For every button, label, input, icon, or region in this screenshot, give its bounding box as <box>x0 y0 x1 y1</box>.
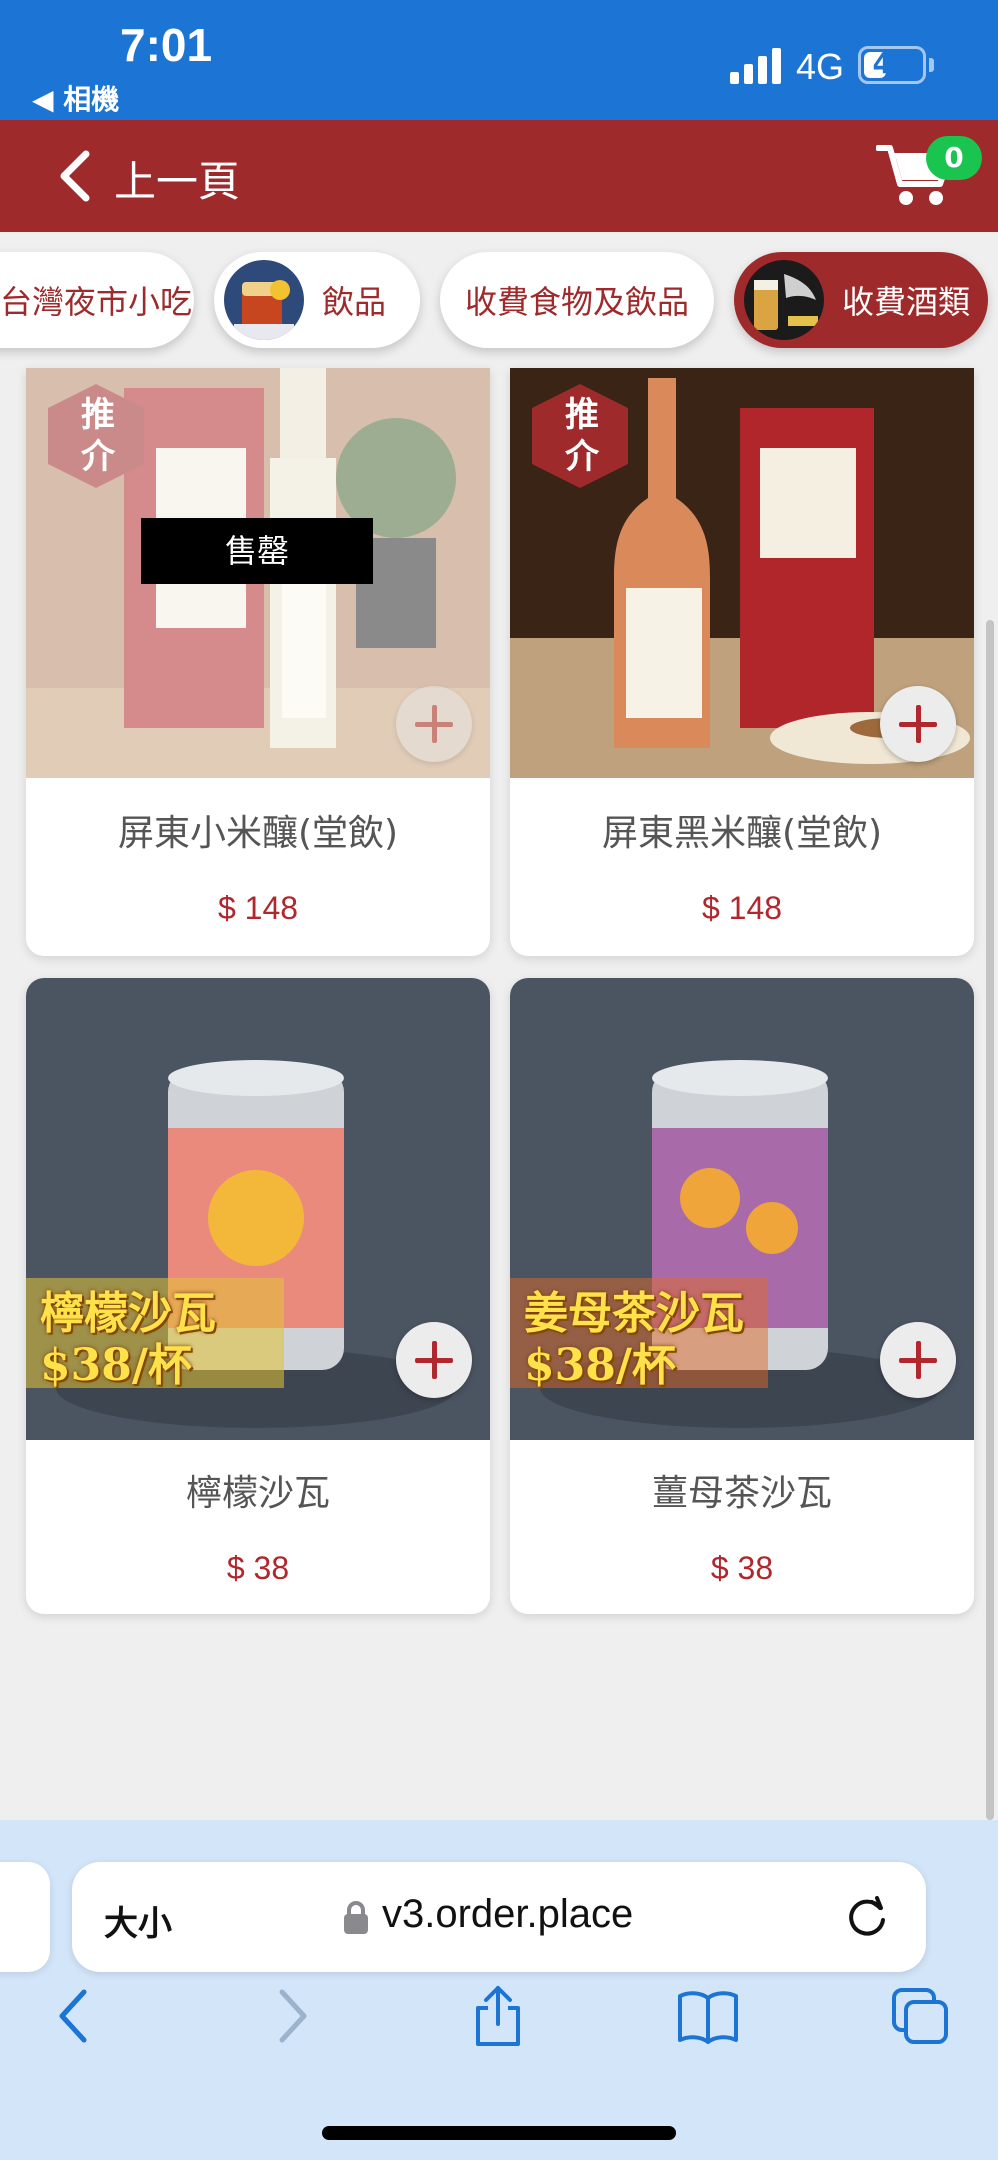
category-paid-food-drinks[interactable]: 收費食物及飲品 <box>440 252 714 348</box>
add-to-cart-button[interactable] <box>880 686 956 762</box>
status-bar: 7:01 ◀ 相機 4G 40 <box>0 0 998 120</box>
category-label: 收費食物及飲品 <box>464 283 689 321</box>
add-to-cart-button[interactable] <box>880 1322 956 1398</box>
text-size-button[interactable]: 大小 <box>104 1896 172 1945</box>
home-indicator[interactable] <box>322 2126 676 2140</box>
lock-icon <box>344 1901 368 1934</box>
chevron-left-icon[interactable] <box>48 146 108 206</box>
product-price: $ 148 <box>701 890 783 926</box>
product-overlay-price: $38/杯 <box>524 1340 676 1391</box>
url-text[interactable]: v3.order.place <box>382 1892 633 1937</box>
category-bar: 台灣夜市小吃 飲品 收費食物及飲品 收費酒類 <box>0 240 998 362</box>
page-scrollbar[interactable] <box>986 620 994 1820</box>
product-card[interactable]: 推介 屏東黑米釀(堂飲) $ 148 <box>510 368 974 956</box>
product-price: $ 38 <box>226 1550 290 1586</box>
product-price: $ 148 <box>217 890 299 926</box>
product-card[interactable]: 姜母茶沙瓦 $38/杯 薑母茶沙瓦 $ 38 <box>510 978 974 1614</box>
signal-icon <box>730 48 781 84</box>
category-label: 飲品 <box>322 283 387 321</box>
app-header: 上一頁 0 <box>0 120 998 232</box>
product-card[interactable]: 推介 售罄 屏東小米釀(堂飲) $ 148 <box>26 368 490 956</box>
product-name: 檸檬沙瓦 <box>185 1473 330 1514</box>
battery-level: 40 <box>872 47 912 80</box>
product-overlay-title: 姜母茶沙瓦 <box>524 1288 744 1339</box>
product-overlay-title: 檸檬沙瓦 <box>40 1288 216 1339</box>
drinks-thumbnail <box>224 260 304 340</box>
sold-out-label: 售罄 <box>141 518 373 584</box>
cart-count-badge: 0 <box>926 136 982 180</box>
product-name: 屏東小米釀(堂飲) <box>117 813 399 854</box>
product-price: $ 38 <box>710 1550 774 1586</box>
address-bar[interactable]: 大小 v3.order.place <box>72 1862 926 1972</box>
reload-icon[interactable] <box>842 1892 892 1942</box>
network-type: 4G <box>796 46 845 87</box>
browser-back-icon[interactable] <box>44 1984 108 2048</box>
category-paid-alcohol[interactable]: 收費酒類 <box>734 252 988 348</box>
category-night-market[interactable]: 台灣夜市小吃 <box>0 252 194 348</box>
bookmarks-icon[interactable] <box>676 1984 740 2048</box>
product-name: 薑母茶沙瓦 <box>651 1473 832 1514</box>
tabs-icon[interactable] <box>888 1984 952 2048</box>
battery-icon: 40 <box>858 46 926 84</box>
back-to-app-link[interactable]: ◀ 相機 <box>32 78 119 118</box>
share-icon[interactable] <box>466 1984 530 2048</box>
status-time: 7:01 <box>120 19 213 71</box>
browser-forward-icon[interactable] <box>258 1984 322 2048</box>
category-drinks[interactable]: 飲品 <box>214 252 420 348</box>
alcohol-thumbnail <box>744 260 824 340</box>
recommend-badge: 推介 <box>565 395 599 477</box>
battery-tip <box>929 58 934 72</box>
add-to-cart-button[interactable] <box>396 686 472 762</box>
product-card[interactable]: 檸檬沙瓦 $38/杯 檸檬沙瓦 $ 38 <box>26 978 490 1614</box>
previous-tab-preview[interactable] <box>0 1862 50 1972</box>
category-label: 收費酒類 <box>842 283 971 321</box>
add-to-cart-button[interactable] <box>396 1322 472 1398</box>
back-button-label[interactable]: 上一頁 <box>114 148 240 209</box>
product-name: 屏東黑米釀(堂飲) <box>601 813 883 854</box>
product-overlay-price: $38/杯 <box>40 1340 192 1391</box>
category-label: 台灣夜市小吃 <box>0 283 193 321</box>
